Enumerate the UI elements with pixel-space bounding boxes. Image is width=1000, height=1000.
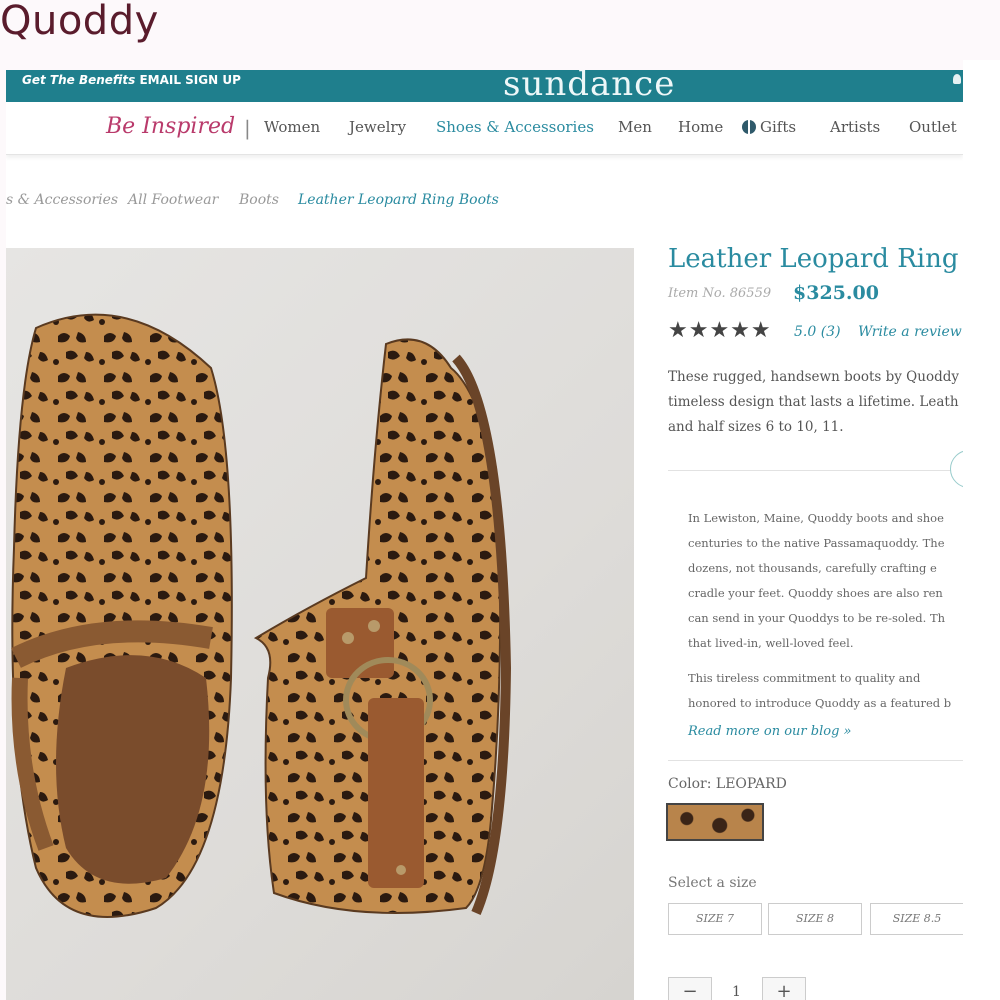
caption-title: Quoddy: [0, 0, 159, 44]
description-line: timeless design that lasts a lifetime. L…: [668, 394, 959, 410]
site-logo[interactable]: sundance: [503, 70, 675, 104]
size-7-button[interactable]: SIZE 7: [668, 903, 762, 935]
size-8-button[interactable]: SIZE 8: [768, 903, 862, 935]
nav-item-jewelry[interactable]: Jewelry: [349, 118, 406, 136]
size-label: Select a size: [668, 875, 757, 891]
nav-separator: |: [244, 116, 251, 140]
story-line: honored to introduce Quoddy as a feature…: [688, 696, 952, 710]
write-review-link[interactable]: Write a review: [858, 324, 962, 340]
gift-icon: [742, 118, 756, 136]
screenshot: Get The Benefits EMAIL SIGN UP sundance …: [6, 70, 963, 1000]
star-rating-icon: ★★★★★: [668, 318, 772, 343]
story-line: This tireless commitment to quality and: [688, 671, 921, 685]
description-line: These rugged, handsewn boots by Quoddy: [668, 369, 959, 385]
expand-circle-icon[interactable]: [950, 450, 963, 488]
nav-item-artists[interactable]: Artists: [830, 118, 880, 136]
page-margin: [963, 60, 1000, 1000]
rating-score[interactable]: 5.0 (3): [794, 324, 841, 340]
promo-lead: Get The Benefits: [22, 73, 136, 87]
size-8-5-button[interactable]: SIZE 8.5: [870, 903, 963, 935]
product-image[interactable]: [6, 248, 634, 1000]
account-icon[interactable]: [953, 74, 961, 84]
product-title: Leather Leopard Ring B: [668, 244, 963, 274]
promo-banner[interactable]: Get The Benefits EMAIL SIGN UP: [22, 73, 241, 87]
nav-item-home[interactable]: Home: [678, 118, 723, 136]
nav-item-gifts-label: Gifts: [760, 118, 797, 136]
nav-item-shoes-accessories[interactable]: Shoes & Accessories: [436, 118, 594, 136]
nav-item-women[interactable]: Women: [264, 118, 320, 136]
nav-item-men[interactable]: Men: [618, 118, 652, 136]
email-signup-link[interactable]: EMAIL SIGN UP: [139, 73, 240, 87]
divider: [668, 470, 963, 471]
divider: [668, 760, 963, 761]
breadcrumb-item[interactable]: All Footwear: [128, 192, 218, 208]
item-number: Item No. 86559: [668, 286, 772, 301]
top-bar: Get The Benefits EMAIL SIGN UP sundance: [6, 70, 963, 104]
leopard-swatch[interactable]: [666, 803, 764, 841]
nav-item-gifts[interactable]: Gifts: [742, 118, 796, 136]
qty-minus-button[interactable]: −: [668, 977, 712, 1000]
story-line: dozens, not thousands, carefully craftin…: [688, 561, 937, 575]
tagline: Be Inspired: [106, 114, 236, 139]
qty-value[interactable]: 1: [732, 984, 741, 1000]
product-price: $325.00: [793, 282, 879, 304]
story-line: In Lewiston, Maine, Quoddy boots and sho…: [688, 511, 944, 525]
product-description: These rugged, handsewn boots by Quoddy t…: [668, 365, 963, 440]
story-line: can send in your Quoddys to be re-soled.…: [688, 611, 946, 625]
breadcrumb-item[interactable]: Boots: [239, 192, 279, 208]
nav-item-outlet[interactable]: Outlet: [909, 118, 957, 136]
breadcrumb-item[interactable]: s & Accessories: [6, 192, 118, 208]
leopard-boots-image: [11, 313, 512, 918]
story-line: cradle your feet. Quoddy shoes are also …: [688, 586, 943, 600]
breadcrumb-current: Leather Leopard Ring Boots: [298, 192, 499, 208]
story-line: that lived-in, well-loved feel.: [688, 636, 854, 650]
description-line: and half sizes 6 to 10, 11.: [668, 419, 844, 435]
brand-story: In Lewiston, Maine, Quoddy boots and sho…: [688, 506, 963, 716]
color-label: Color: LEOPARD: [668, 776, 787, 792]
main-nav: Be Inspired | Women Jewelry Shoes & Acce…: [6, 102, 963, 155]
read-more-link[interactable]: Read more on our blog »: [688, 724, 851, 739]
story-line: centuries to the native Passamaquoddy. T…: [688, 536, 945, 550]
qty-plus-button[interactable]: +: [762, 977, 806, 1000]
